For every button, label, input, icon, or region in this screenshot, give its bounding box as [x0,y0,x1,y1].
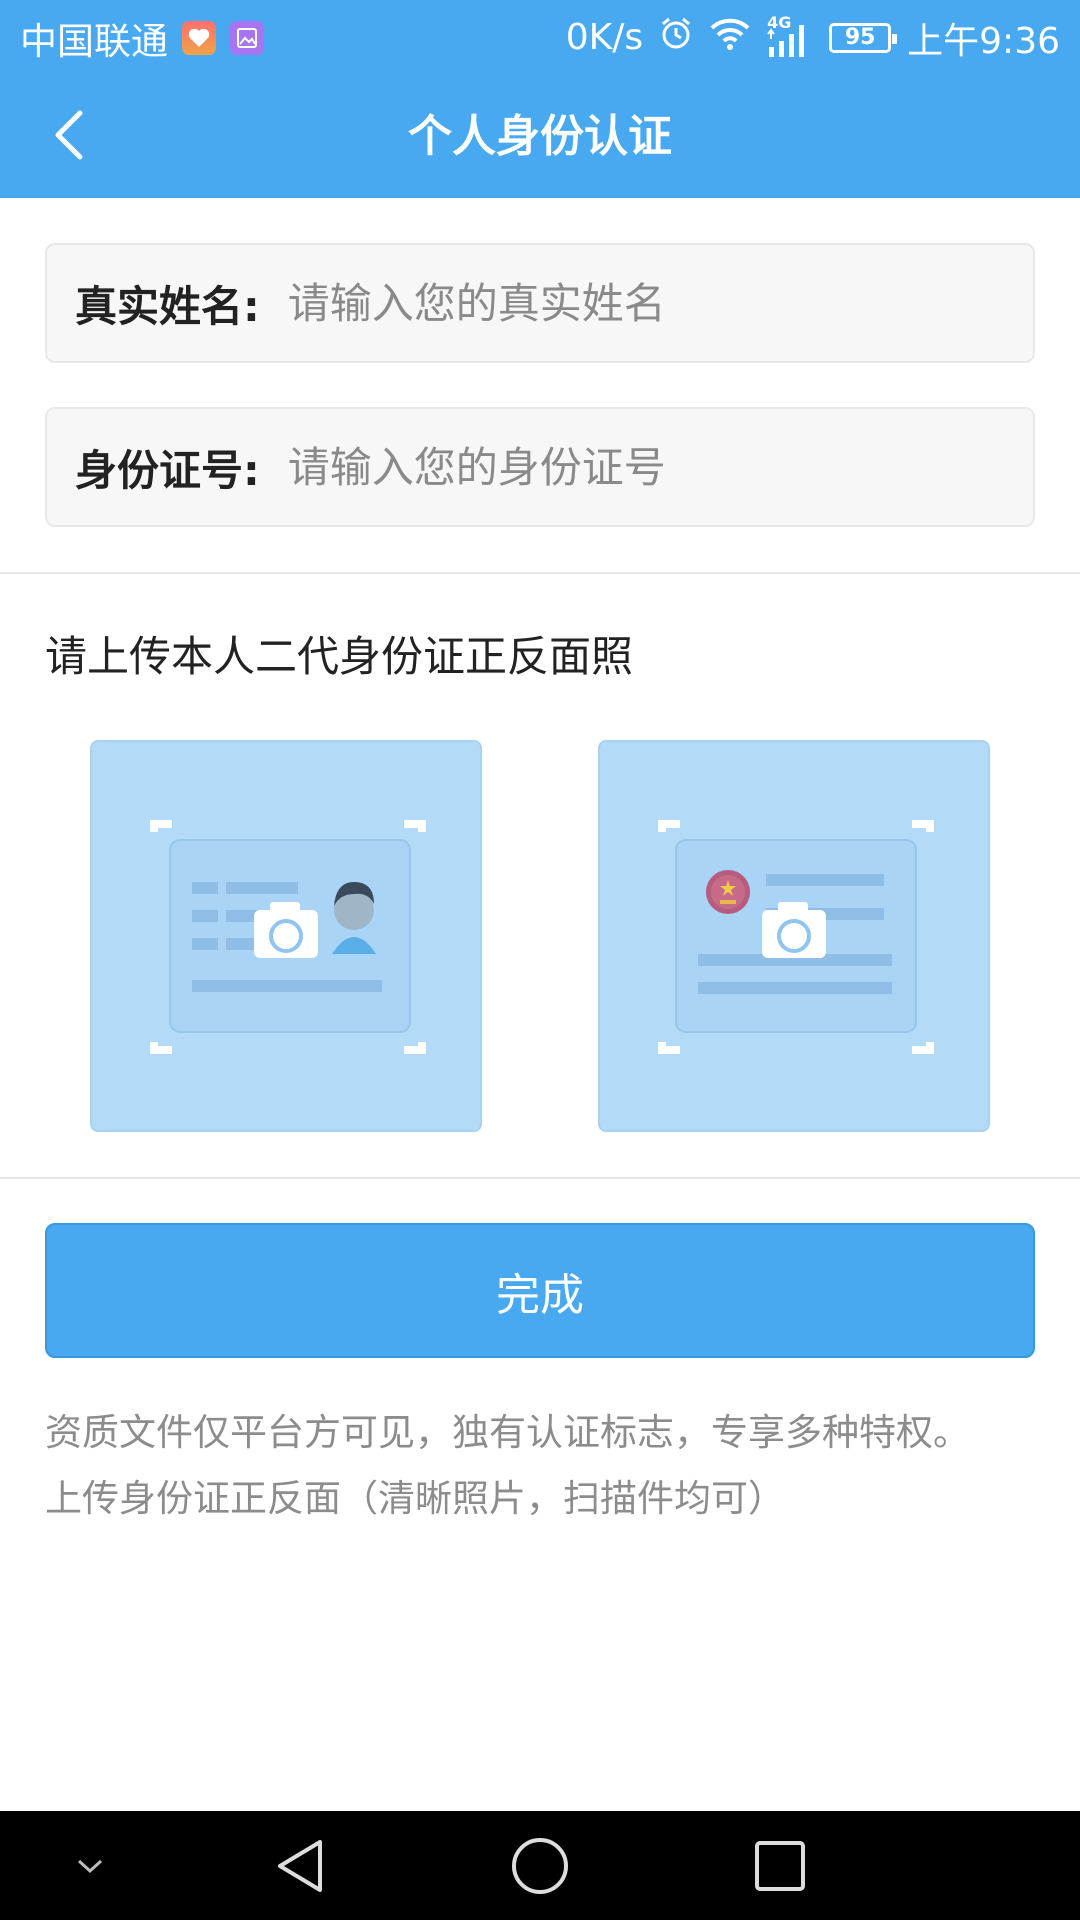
triangle-back-icon [278,1839,322,1892]
square-recents-icon [755,1840,805,1891]
battery-icon: 95 [829,22,898,53]
clock: 上午9:36 [907,20,1060,62]
id-number-input[interactable] [287,427,1033,507]
status-right: 0K/s 4G 95 上午9:36 [566,0,1060,75]
real-name-input[interactable] [287,263,1033,343]
battery-level: 95 [844,25,876,50]
submit-button[interactable]: 完成 [45,1223,1035,1358]
notes: 资质文件仅平台方可见，独有认证标志，专享多种特权。 上传身份证正反面（清晰照片，… [45,1400,1045,1532]
divider [0,572,1080,574]
network-speed: 0K/s [565,17,644,58]
recents-nav-button[interactable] [740,1811,820,1920]
real-name-label: 真实姓名: [75,281,260,331]
cellular-signal-icon: 4G [767,13,813,59]
upload-id-front[interactable] [90,740,482,1132]
upload-id-back[interactable] [598,740,990,1132]
id-card-back-camera-icon [658,820,934,1054]
back-nav-button[interactable] [260,1811,340,1920]
id-card-front-camera-icon [150,820,426,1054]
upload-section-title: 请上传本人二代身份证正反面照 [45,632,634,681]
gallery-app-icon [230,20,264,55]
wifi-icon [709,16,751,59]
chevron-down-icon [77,1859,103,1873]
system-nav-bar [0,1811,1080,1920]
carrier-name: 中国联通 [20,19,168,63]
status-bar: 中国联通 0K/s 4G 95 上午9:36 [0,0,1080,75]
health-app-icon [182,20,216,55]
alarm-icon [659,16,693,59]
status-left: 中国联通 [20,0,264,75]
nav-header: 个人身份认证 [0,75,1080,198]
page-title: 个人身份认证 [408,111,672,162]
home-nav-button[interactable] [500,1811,580,1920]
chevron-left-icon [55,110,83,160]
note-line: 上传身份证正反面（清晰照片，扫描件均可） [45,1477,785,1520]
real-name-field: 真实姓名: [45,243,1035,363]
divider [0,1177,1080,1179]
hide-nav-button[interactable] [50,1811,130,1920]
note-line: 资质文件仅平台方可见，独有认证标志，专享多种特权。 [45,1411,970,1454]
id-number-field: 身份证号: [45,407,1035,527]
id-number-label: 身份证号: [75,445,260,495]
circle-home-icon [512,1837,568,1894]
back-button[interactable] [30,95,110,175]
